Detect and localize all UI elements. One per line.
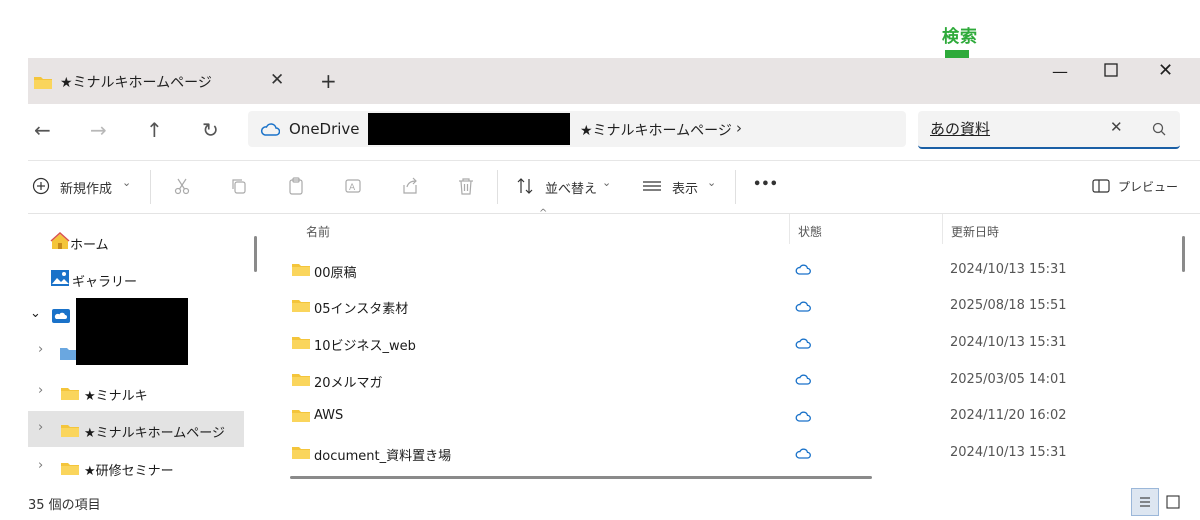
tab-close-button[interactable]: ✕ xyxy=(270,70,284,90)
file-modified: 2024/10/13 15:31 xyxy=(950,262,1067,277)
svg-text:A: A xyxy=(349,183,356,193)
divider xyxy=(735,170,736,204)
sort-caret-icon: ^ xyxy=(539,208,548,219)
preview-button[interactable]: プレビュー xyxy=(1118,178,1178,195)
preview-pane-icon[interactable] xyxy=(1092,177,1110,195)
cloud-status-icon xyxy=(795,338,811,349)
column-divider[interactable] xyxy=(789,214,790,244)
horizontal-scrollbar[interactable] xyxy=(290,476,872,479)
redacted-block xyxy=(368,113,570,145)
cloud-status-icon xyxy=(795,411,811,422)
redacted-block xyxy=(76,298,188,365)
file-name[interactable]: 20メルマガ xyxy=(314,372,383,391)
expand-chevron-icon[interactable]: › xyxy=(38,342,43,357)
breadcrumb-chevron-icon[interactable]: › xyxy=(736,119,742,137)
file-modified: 2024/10/13 15:31 xyxy=(950,335,1067,350)
new-dropdown-chevron-icon[interactable]: ⌄ xyxy=(122,176,131,189)
folder-icon xyxy=(61,386,79,400)
folder-icon xyxy=(61,461,79,475)
column-header-status[interactable]: 状態 xyxy=(798,223,822,240)
sort-icon[interactable] xyxy=(516,177,534,195)
divider xyxy=(497,170,498,204)
view-icon[interactable] xyxy=(642,177,662,195)
maximize-button[interactable] xyxy=(1104,63,1118,77)
file-name[interactable]: 10ビジネス_web xyxy=(314,335,416,354)
file-modified: 2025/03/05 14:01 xyxy=(950,372,1067,387)
cloud-status-icon xyxy=(795,448,811,459)
breadcrumb-root[interactable]: OneDrive xyxy=(289,120,360,138)
sort-dropdown-chevron-icon[interactable]: ⌄ xyxy=(602,176,611,189)
breadcrumb-current[interactable]: ★ミナルキホームページ xyxy=(580,120,732,140)
cut-icon[interactable] xyxy=(173,177,191,195)
paste-icon[interactable] xyxy=(287,177,305,195)
search-input[interactable]: あの資料 xyxy=(930,118,990,139)
folder-icon xyxy=(34,75,52,89)
details-view-button[interactable] xyxy=(1131,488,1159,516)
view-dropdown-chevron-icon[interactable]: ⌄ xyxy=(707,176,716,189)
tiles-view-button[interactable] xyxy=(1166,494,1180,510)
new-tab-button[interactable]: + xyxy=(320,69,337,93)
gallery-icon xyxy=(50,269,70,287)
clear-search-button[interactable]: ✕ xyxy=(1110,118,1123,136)
expanded-chevron-icon[interactable]: ⌄ xyxy=(30,306,41,321)
cloud-icon xyxy=(260,123,280,136)
annotation-label: 検索 xyxy=(942,27,978,47)
vertical-scrollbar[interactable] xyxy=(1182,236,1185,272)
column-divider[interactable] xyxy=(942,214,943,244)
column-header-modified[interactable]: 更新日時 xyxy=(951,223,999,240)
copy-icon[interactable] xyxy=(230,177,248,195)
home-icon xyxy=(50,232,70,250)
file-name[interactable]: 05インスタ素材 xyxy=(314,298,408,317)
folder-icon xyxy=(292,408,310,422)
sort-button[interactable]: 並べ替え xyxy=(545,178,597,197)
sidebar-scrollbar[interactable] xyxy=(254,236,257,272)
file-modified: 2024/11/20 16:02 xyxy=(950,408,1067,423)
close-window-button[interactable]: ✕ xyxy=(1158,60,1173,81)
column-header-name[interactable]: 名前 xyxy=(306,223,330,240)
sidebar-item-minaruki[interactable]: ★ミナルキ xyxy=(84,385,148,404)
folder-icon xyxy=(61,423,79,437)
forward-button[interactable]: → xyxy=(90,118,107,142)
file-modified: 2025/08/18 15:51 xyxy=(950,298,1067,313)
folder-icon xyxy=(292,372,310,386)
tab-title: ★ミナルキホームページ xyxy=(60,75,212,91)
minimize-button[interactable]: — xyxy=(1052,62,1068,81)
sidebar-item-seminar[interactable]: ★研修セミナー xyxy=(84,460,174,479)
expand-chevron-icon[interactable]: › xyxy=(38,383,43,398)
new-button[interactable]: 新規作成 xyxy=(60,178,112,197)
new-icon[interactable] xyxy=(32,177,50,195)
item-count: 35 個の項目 xyxy=(28,498,101,513)
sidebar-item-home[interactable]: ホーム xyxy=(70,234,109,253)
rename-icon[interactable]: A xyxy=(344,177,362,195)
file-name[interactable]: 00原稿 xyxy=(314,262,357,281)
search-icon[interactable] xyxy=(1152,122,1166,136)
expand-chevron-icon[interactable]: › xyxy=(38,420,43,435)
file-name[interactable]: document_資料置き場 xyxy=(314,445,451,464)
up-button[interactable]: ↑ xyxy=(146,118,163,142)
divider xyxy=(150,170,151,204)
share-icon[interactable] xyxy=(401,177,419,195)
onedrive-folder-icon xyxy=(52,309,70,323)
sidebar-item-minaruki-homepage[interactable]: ★ミナルキホームページ xyxy=(84,422,225,441)
trash-icon[interactable] xyxy=(457,177,475,195)
file-modified: 2024/10/13 15:31 xyxy=(950,445,1067,460)
back-button[interactable]: ← xyxy=(34,118,51,142)
more-options-button[interactable]: ••• xyxy=(753,177,778,192)
cloud-status-icon xyxy=(795,301,811,312)
folder-icon xyxy=(292,335,310,349)
file-name[interactable]: AWS xyxy=(314,408,343,423)
folder-icon xyxy=(292,298,310,312)
sidebar-item-gallery[interactable]: ギャラリー xyxy=(72,271,137,290)
cloud-status-icon xyxy=(795,374,811,385)
refresh-button[interactable]: ↻ xyxy=(202,118,219,142)
view-button[interactable]: 表示 xyxy=(672,178,698,197)
command-bar xyxy=(28,161,1200,214)
expand-chevron-icon[interactable]: › xyxy=(38,458,43,473)
cloud-status-icon xyxy=(795,264,811,275)
folder-icon xyxy=(292,262,310,276)
folder-icon xyxy=(292,445,310,459)
